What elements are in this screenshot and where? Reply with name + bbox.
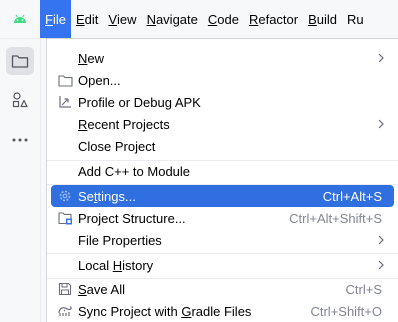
menu-item-add-cpp[interactable]: Add C++ to Module (51, 160, 394, 182)
menu-item-label: Recent Projects (78, 116, 170, 132)
menu-item-close-project[interactable]: Close Project (51, 135, 394, 157)
profile-apk-icon (57, 94, 73, 110)
menu-item-profile-debug-apk[interactable]: Profile or Debug APK (51, 91, 394, 113)
menu-item-local-history[interactable]: Local History (51, 254, 394, 276)
menu-item-open[interactable]: Open... (51, 69, 394, 91)
menu-item-label: Open... (78, 72, 121, 88)
shapes-icon[interactable] (6, 86, 34, 114)
menu-item-label: Local History (78, 257, 154, 273)
folder-icon[interactable] (6, 47, 34, 75)
android-icon (0, 0, 40, 38)
chevron-right-icon (376, 119, 386, 129)
menu-code[interactable]: Code (203, 0, 244, 38)
menu-item-save-all[interactable]: Save All Ctrl+S (51, 278, 394, 300)
menu-item-label: Sync Project with Gradle Files (78, 303, 252, 319)
menu-item-label: Settings... (78, 188, 136, 204)
menu-item-label: New (78, 50, 105, 66)
menu-run[interactable]: Ru (342, 0, 369, 38)
shortcut-label: Ctrl+Alt+S (322, 188, 382, 204)
menu-item-label: Profile or Debug APK (78, 94, 201, 110)
menu-bar: File Edit View Navigate Code Refactor Bu… (0, 0, 398, 39)
menu-view[interactable]: View (103, 0, 141, 38)
more-icon[interactable] (6, 126, 34, 154)
gradle-sync-icon (57, 303, 73, 319)
project-structure-icon (57, 210, 73, 226)
shortcut-label: Ctrl+S (345, 281, 382, 297)
folder-icon (57, 72, 73, 88)
shortcut-label: Ctrl+Shift+O (310, 303, 382, 319)
menu-item-label: Save All (78, 281, 125, 297)
menu-item-settings[interactable]: Settings... Ctrl+Alt+S (51, 185, 394, 207)
menu-refactor[interactable]: Refactor (244, 0, 303, 38)
menu-file[interactable]: File (40, 0, 71, 38)
menu-item-project-structure[interactable]: Project Structure... Ctrl+Alt+Shift+S (51, 207, 394, 229)
menu-item-label: Close Project (78, 138, 156, 154)
shortcut-label: Ctrl+Alt+Shift+S (289, 210, 382, 226)
menu-build[interactable]: Build (303, 0, 342, 38)
menu-item-label: File Properties (78, 232, 162, 248)
tool-window-strip (0, 39, 41, 322)
chevron-right-icon (376, 53, 386, 63)
menu-item-new[interactable]: New (51, 47, 394, 69)
menu-item-label: Project Structure... (78, 210, 186, 226)
file-menu-dropdown: New Open... Profile or Debug APK Recent … (46, 38, 398, 322)
gear-icon (57, 188, 73, 204)
menu-navigate[interactable]: Navigate (142, 0, 203, 38)
menu-edit[interactable]: Edit (71, 0, 103, 38)
menu-item-sync-gradle[interactable]: Sync Project with Gradle Files Ctrl+Shif… (51, 300, 394, 322)
menu-item-label: Add C++ to Module (78, 163, 191, 179)
menu-item-recent-projects[interactable]: Recent Projects (51, 113, 394, 135)
menu-item-file-properties[interactable]: File Properties (51, 229, 394, 251)
chevron-right-icon (376, 235, 386, 245)
save-icon (57, 281, 73, 297)
chevron-right-icon (376, 260, 386, 270)
